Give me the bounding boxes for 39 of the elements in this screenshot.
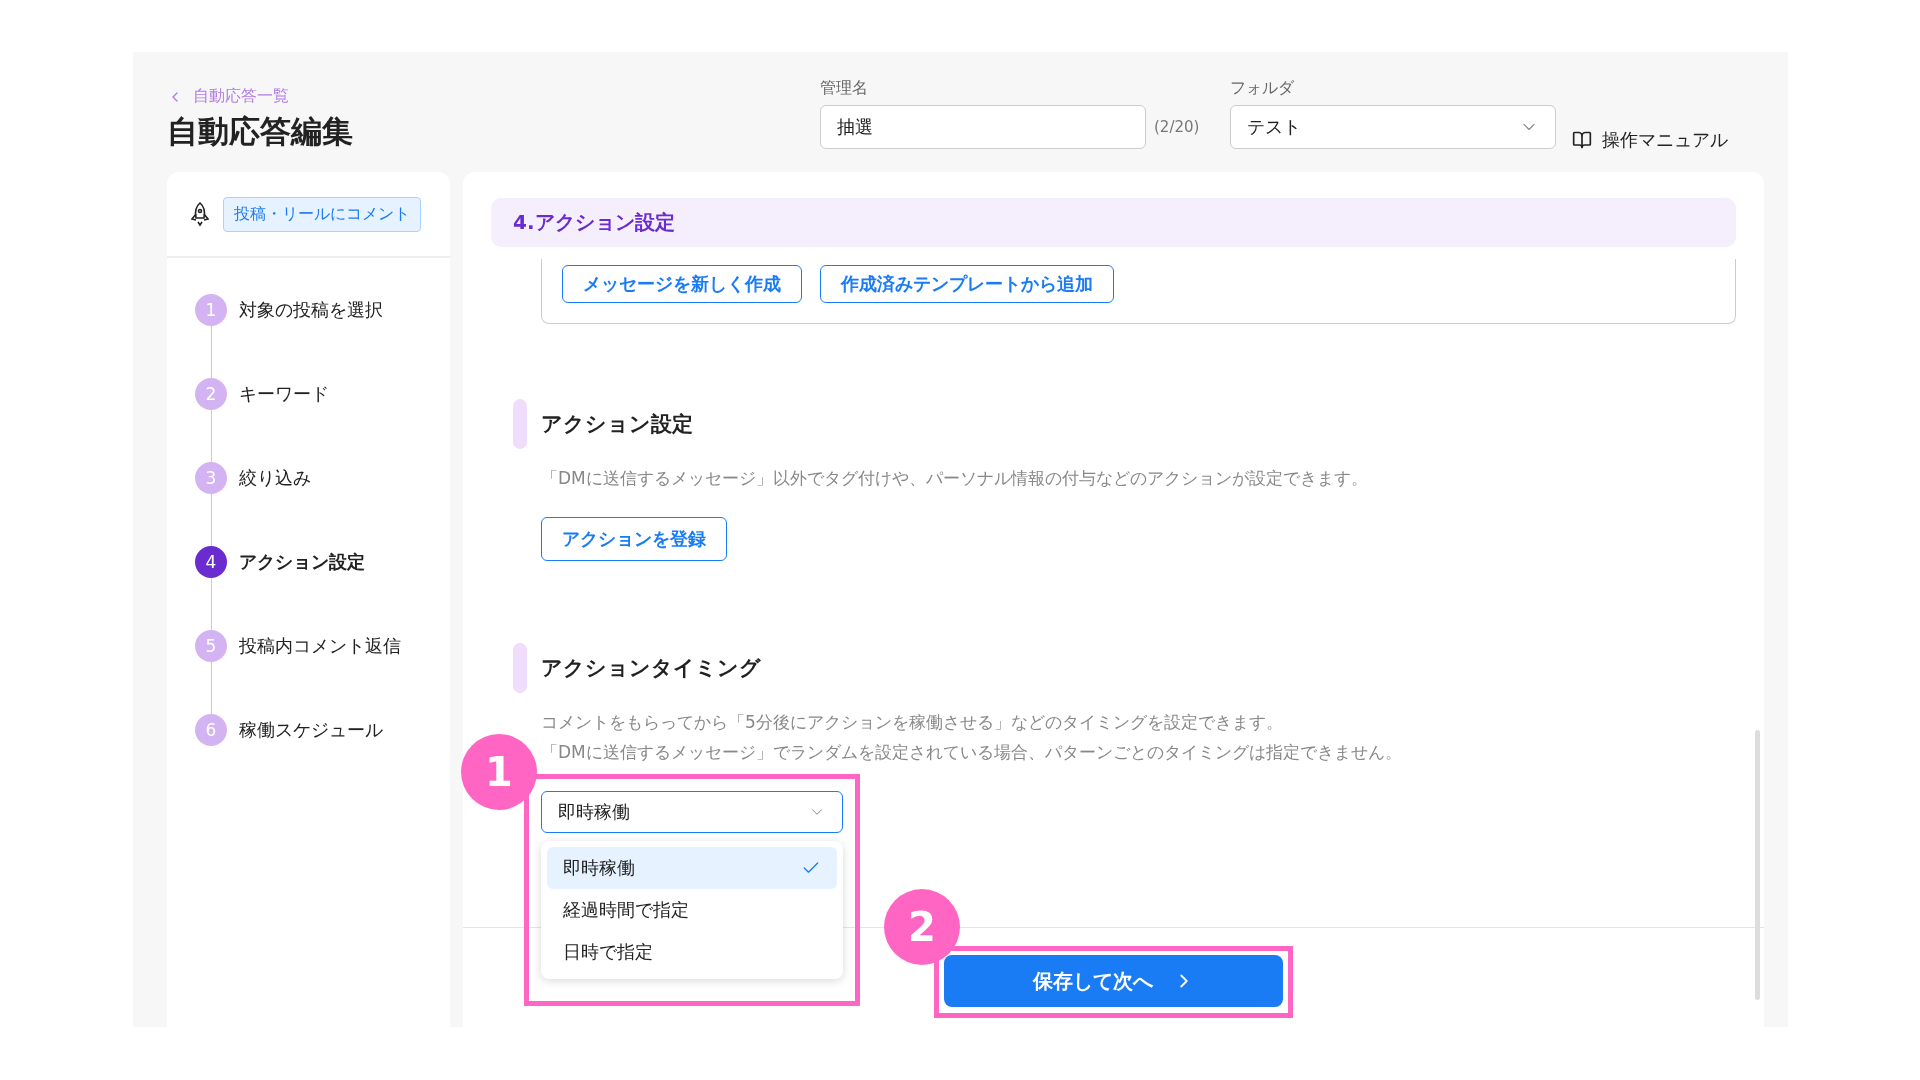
folder-select[interactable]: テスト: [1230, 105, 1556, 149]
step-number: 3: [195, 462, 227, 494]
step-number: 5: [195, 630, 227, 662]
section-description: 「DMに送信するメッセージ」以外でタグ付けや、パーソナル情報の付与などのアクションが設定できます。: [541, 467, 1369, 490]
section-description: コメントをもらってから「5分後にアクションを稼働させる」などのタイミングを設定できます。: [541, 711, 1284, 734]
step-label[interactable]: 絞り込み: [239, 466, 311, 490]
step-label[interactable]: 稼働スケジュール: [239, 718, 383, 742]
message-button[interactable]: 作成済みテンプレートから追加: [820, 265, 1114, 303]
step-number: 2: [195, 378, 227, 410]
step-marker: 2: [884, 889, 960, 965]
page-title: 自動応答編集: [167, 112, 354, 151]
step-marker: 1: [461, 734, 537, 810]
step-label[interactable]: 投稿内コメント返信: [239, 634, 401, 658]
field-label: フォルダ: [1230, 78, 1295, 99]
section-accent: [513, 399, 527, 449]
rocket-icon: [189, 201, 211, 227]
section-title: アクション設定: [541, 411, 693, 438]
trigger-badge: 投稿・リールにコメント: [223, 196, 421, 232]
scrollbar[interactable]: [1755, 730, 1760, 1000]
section-description: 「DMに送信するメッセージ」でランダムを設定されている場合、パターンごとのタイミングは指定できません。: [541, 741, 1403, 764]
section-accent: [513, 643, 527, 693]
timing-select[interactable]: 即時稼働: [541, 791, 843, 833]
section-header: 4.アクション設定: [491, 198, 1736, 247]
step-number: 1: [195, 294, 227, 326]
char-counter: (2/20): [1154, 118, 1201, 136]
step-number: 6: [195, 714, 227, 746]
step-label[interactable]: 対象の投稿を選択: [239, 298, 383, 322]
manual-link[interactable]: 操作マニュアル: [1572, 128, 1728, 152]
name-input[interactable]: 抽選: [820, 105, 1146, 149]
field-label: 管理名: [820, 78, 869, 99]
step-number: 4: [195, 546, 227, 578]
book-icon: [1572, 130, 1592, 150]
message-button[interactable]: メッセージを新しく作成: [562, 265, 802, 303]
step-label[interactable]: キーワード: [239, 382, 329, 406]
register-action-button[interactable]: アクションを登録: [541, 517, 727, 561]
save-next-button[interactable]: 保存して次へ: [944, 955, 1283, 1007]
step-label[interactable]: アクション設定: [239, 550, 365, 574]
section-title: アクションタイミング: [541, 655, 761, 682]
dropdown-option[interactable]: 即時稼働: [547, 847, 837, 889]
